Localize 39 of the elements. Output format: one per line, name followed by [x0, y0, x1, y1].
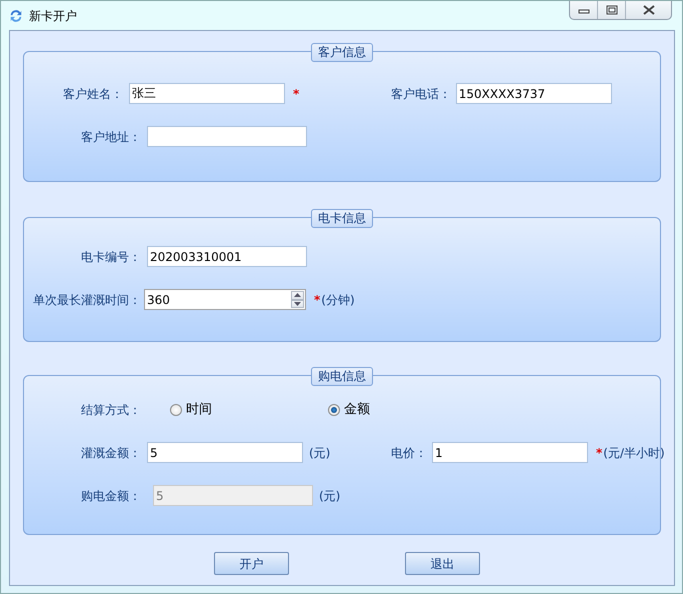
required-mark: * — [596, 444, 602, 462]
input-field[interactable]: 张三 — [128, 83, 285, 104]
field-label: 购电金额： — [80, 488, 142, 504]
required-mark: * — [292, 86, 300, 102]
required-mark: * — [314, 292, 320, 308]
field-label: 电卡编号： — [80, 248, 142, 266]
radio-option[interactable]: 时间 — [170, 400, 328, 420]
unit-label: (元) — [309, 444, 330, 462]
unit-label: (元) — [319, 488, 340, 504]
field-label: 客户地址： — [80, 128, 142, 146]
field-label: 单次最长灌溉时间： — [32, 292, 142, 308]
group-title: 客户信息 — [311, 43, 373, 62]
input-field[interactable]: 150XXXX3737 — [456, 83, 612, 104]
unit-label: (分钟) — [321, 292, 355, 308]
window-title: 新卡开户 — [29, 8, 77, 24]
caret-down-icon — [294, 302, 301, 306]
field-label: 结算方式： — [80, 402, 142, 418]
input-field[interactable]: 202003310001 — [147, 246, 307, 267]
refresh-icon — [9, 8, 23, 22]
group-title: 购电信息 — [311, 367, 373, 386]
unit-label: (元/半小时) — [603, 444, 665, 462]
input-field[interactable] — [147, 126, 307, 147]
radio-circle[interactable] — [170, 404, 182, 416]
dialog-button[interactable]: 开户 — [214, 552, 289, 575]
input-field[interactable]: 5 — [147, 442, 303, 463]
maximize-icon — [606, 5, 618, 15]
radio-circle[interactable] — [328, 404, 340, 416]
spin-field[interactable]: 360 — [144, 289, 306, 310]
spin-up-button[interactable] — [291, 291, 304, 300]
close-icon — [642, 5, 654, 15]
field-label: 灌溉金额： — [80, 444, 142, 462]
dialog-button[interactable]: 退出 — [405, 552, 480, 575]
input-field[interactable]: 1 — [432, 442, 588, 463]
field-label: 客户姓名： — [62, 86, 124, 102]
field-label: 客户电话： — [390, 86, 452, 102]
radio-option[interactable]: 金额 — [328, 400, 370, 420]
field-label: 电价： — [390, 444, 428, 462]
caret-up-icon — [294, 293, 301, 298]
group-title: 电卡信息 — [311, 209, 373, 228]
